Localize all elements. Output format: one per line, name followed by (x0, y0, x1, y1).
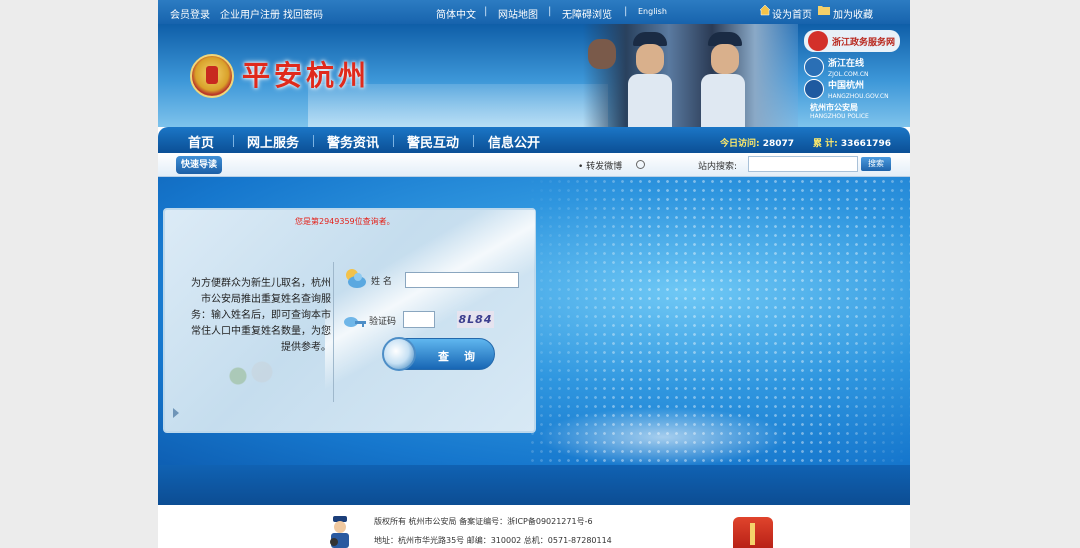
name-input[interactable] (405, 272, 519, 288)
police-uniform (701, 74, 745, 127)
query-counter: 您是第2949359位查询者。 (295, 217, 395, 226)
weibo-icon (636, 160, 645, 169)
query-button-label: 查 询 (438, 351, 482, 363)
total-visits-label: 累 计: (813, 139, 838, 149)
panel-divider (333, 262, 334, 402)
header-banner: 平安杭州 浙江政务服务网 浙江在线 ZJOL.COM.CN 中国杭州 HANGZHO… (158, 24, 910, 127)
nav-divider (473, 135, 474, 147)
separator: | (548, 6, 552, 17)
background-illustration (220, 360, 280, 400)
quick-guide-button[interactable]: 快速导读 (176, 156, 223, 174)
separator: | (624, 6, 628, 17)
hangzhou-icon (804, 79, 824, 99)
query-button[interactable]: 查 询 (382, 337, 495, 371)
zhejiang-gov-icon (808, 31, 828, 51)
today-visits-value: 28077 (762, 139, 795, 149)
play-arrow-icon[interactable] (173, 408, 179, 418)
captcha-image[interactable]: 8L84 (457, 311, 494, 328)
bookmark-link[interactable]: 加为收藏 (833, 6, 873, 21)
footer-copyright: 版权所有 杭州市公安局 备案证编号：浙ICP备09021271号-6 (374, 517, 593, 526)
china-hangzhou-link[interactable]: 中国杭州 HANGZHOU.GOV.CN (804, 78, 900, 100)
nav-divider (313, 135, 314, 147)
nav-police-news[interactable]: 警务资讯 (327, 132, 379, 151)
set-home-link[interactable]: 设为首页 (772, 6, 812, 21)
captcha-label: 验证码 (369, 317, 397, 327)
folder-icon (818, 5, 830, 18)
enterprise-register-link[interactable]: 企业用户注册 (220, 6, 280, 21)
today-visits: 今日访问: 28077 (720, 136, 794, 149)
service-intro: 为方便群众为新生儿取名，杭州市公安局推出重复姓名查询服务：输入姓名后，即可查询本… (191, 278, 331, 353)
zjol-icon (804, 57, 824, 77)
police-face (711, 44, 739, 74)
nav-divider (233, 135, 234, 147)
police-photo (583, 24, 798, 127)
site-logo-text: 平安杭州 (242, 59, 371, 92)
zjol-link[interactable]: 浙江在线 ZJOL.COM.CN (804, 56, 900, 78)
main-nav: 首页 网上服务 警务资讯 警民互动 信息公开 今日访问: 28077 累 计: … (158, 127, 910, 153)
total-visits: 累 计: 33661796 (813, 136, 891, 149)
site-search-input[interactable] (748, 156, 858, 172)
top-bar: 会员登录 企业用户注册 找回密码 简体中文 | 网站地图 | 无障碍浏览 | E… (158, 0, 910, 24)
police-badge-icon (190, 54, 234, 98)
member-login-link[interactable]: 会员登录 (170, 6, 210, 21)
share-weibo-link[interactable]: • 转发微博 (578, 159, 622, 172)
sitemap-link[interactable]: 网站地图 (498, 6, 538, 21)
name-label: 姓 名 (371, 277, 392, 287)
site-search-label: 站内搜索: (698, 162, 738, 172)
light-glow (538, 407, 788, 465)
nav-interaction[interactable]: 警民互动 (407, 132, 459, 151)
civilian-face (588, 39, 616, 69)
total-visits-value: 33661796 (840, 139, 891, 149)
accessibility-link[interactable]: 无障碍浏览 (562, 6, 612, 21)
name-query-panel: 您是第2949359位查询者。 为方便群众为新生儿取名，杭州市公安局推出重复姓名… (163, 208, 536, 433)
key-icon (343, 314, 367, 330)
today-visits-label: 今日访问: (720, 139, 760, 149)
nav-online-service[interactable]: 网上服务 (247, 132, 299, 151)
hangzhou-police-link[interactable]: 杭州市公安局 HANGZHOU POLICE (804, 102, 900, 122)
site-search-button[interactable]: 搜索 (861, 157, 891, 171)
separator: | (484, 6, 488, 17)
footer: 版权所有 杭州市公安局 备案证编号：浙ICP备09021271号-6 地址：杭州… (158, 505, 910, 548)
police-emblem-icon (733, 517, 773, 548)
main-content: 您是第2949359位查询者。 为方便群众为新生儿取名，杭州市公安局推出重复姓名… (158, 177, 910, 465)
bottom-strip (158, 465, 910, 505)
footer-address: 地址：杭州市华光路35号 邮编：310002 总机：0571-87280114 (374, 536, 612, 545)
simplified-chinese-link[interactable]: 简体中文 (436, 6, 476, 21)
magnifier-icon (382, 337, 416, 371)
police-mascot-icon (326, 514, 354, 548)
nav-info-disclosure[interactable]: 信息公开 (488, 132, 540, 151)
find-password-link[interactable]: 找回密码 (283, 6, 323, 21)
nav-home[interactable]: 首页 (188, 132, 214, 151)
police-face (636, 44, 664, 74)
captcha-input[interactable] (403, 311, 435, 328)
sub-toolbar: 快速导读 • 转发微博 站内搜索: 搜索 (158, 153, 910, 177)
english-link[interactable]: English (638, 7, 667, 16)
person-icon (343, 268, 367, 288)
zhejiang-gov-service-link[interactable]: 浙江政务服务网 (804, 30, 900, 52)
nav-divider (393, 135, 394, 147)
page: 会员登录 企业用户注册 找回密码 简体中文 | 网站地图 | 无障碍浏览 | E… (158, 0, 910, 548)
police-uniform (628, 74, 672, 127)
home-icon (759, 4, 771, 19)
